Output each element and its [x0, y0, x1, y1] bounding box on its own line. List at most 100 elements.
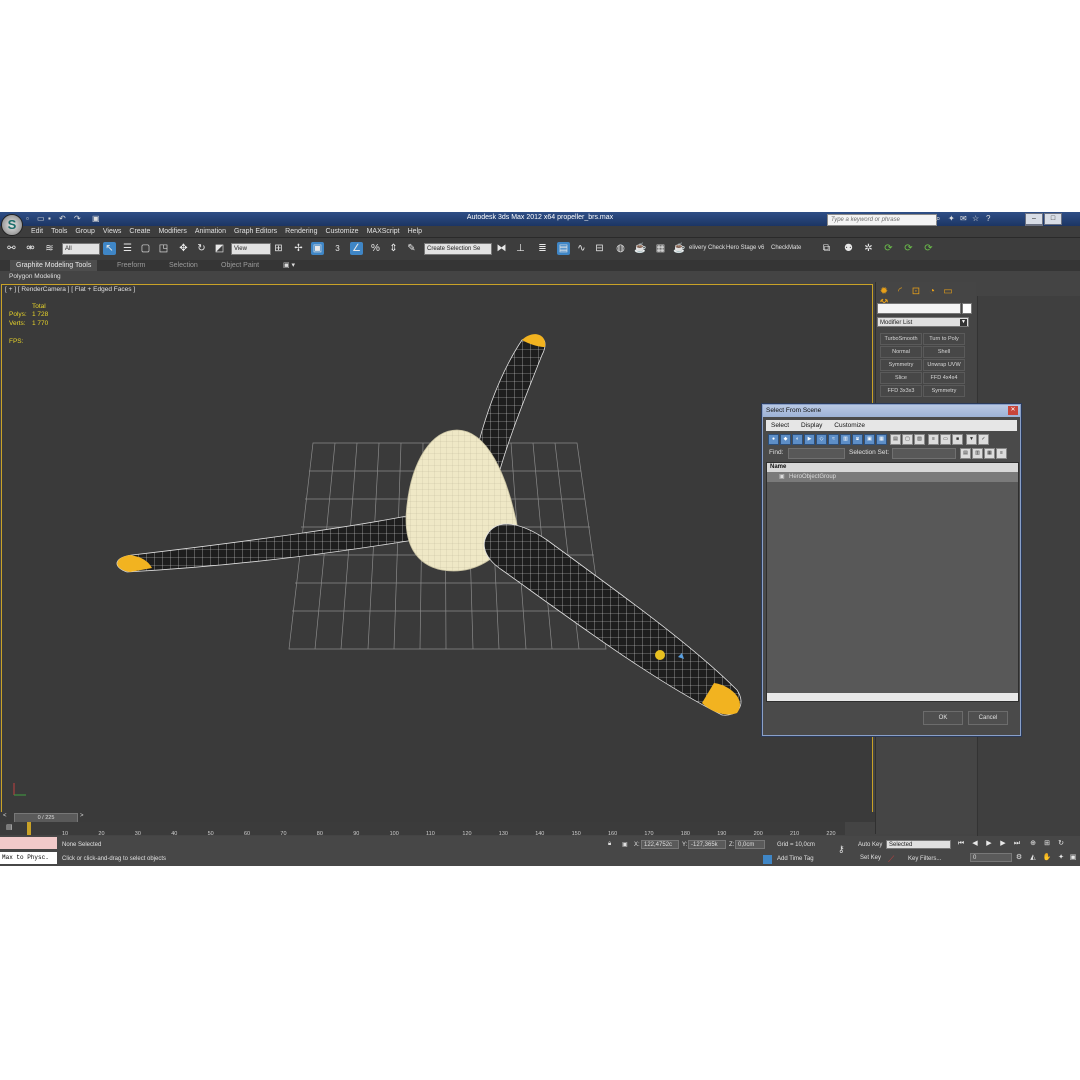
set-key-icon[interactable]: ⟋ [888, 854, 894, 865]
select-invert-icon[interactable]: ▧ [914, 434, 925, 445]
selection-set-remove-icon[interactable]: ▦ [984, 448, 995, 459]
scale-icon[interactable]: ◩ [213, 242, 226, 255]
time-slider-next-icon[interactable]: > [80, 813, 84, 819]
set-key-button[interactable]: Set Key [860, 855, 881, 861]
named-selection-sets-dropdown[interactable]: Create Selection Se [424, 243, 492, 255]
auto-key-button[interactable]: Auto Key [858, 842, 882, 848]
create-tab-icon[interactable]: ✹ [877, 286, 891, 298]
pivot-center-icon[interactable]: ⊞ [272, 242, 285, 255]
sort-list-icon[interactable]: ≡ [928, 434, 939, 445]
field-of-view-icon[interactable]: ◭ [1028, 853, 1038, 863]
display-lights-icon[interactable]: ◐ [792, 434, 803, 445]
viewport-rendercamera[interactable]: [ + ] [ RenderCamera ] [ Flat + Edged Fa… [1, 284, 873, 814]
zoom-all-icon[interactable]: ⊞ [1042, 839, 1052, 849]
dialog-title-bar[interactable]: Select From Scene ✕ [763, 405, 1020, 417]
reset-xform-icon[interactable]: ⟳ [882, 242, 895, 255]
render-setup-icon[interactable]: ☕ [634, 242, 647, 255]
modifier-button-ffd-3x3x3[interactable]: FFD 3x3x3 [880, 385, 922, 397]
render-production-icon[interactable]: ☕ [673, 242, 686, 255]
absolute-mode-icon[interactable]: ▣ [622, 841, 628, 848]
x-coordinate-field[interactable]: 122,4752c [641, 840, 679, 849]
lock-icon[interactable]: 🔒︎ [608, 841, 611, 848]
display-cameras-icon[interactable]: ▶ [804, 434, 815, 445]
selection-set-list-icon[interactable]: ≡ [996, 448, 1007, 459]
maxscript-listener[interactable]: Max to Physc. [0, 852, 57, 864]
reference-coordinate-dropdown[interactable]: View [231, 243, 271, 255]
select-all-icon[interactable]: ▤ [890, 434, 901, 445]
current-frame-field[interactable]: 0 [970, 853, 1012, 862]
rotate-icon[interactable]: ↻ [195, 242, 208, 255]
filter-icon[interactable]: ▼ [966, 434, 977, 445]
menu-item-create[interactable]: Create [125, 226, 154, 237]
spinner-snap-icon[interactable]: ⇕ [387, 242, 400, 255]
script-button-delivery-check[interactable]: elivery Check [689, 245, 725, 251]
dialog-close-icon[interactable]: ✕ [1008, 406, 1018, 415]
material-editor-icon[interactable]: ◍ [614, 242, 627, 255]
script-button-checkmate[interactable]: CheckMate [771, 245, 801, 251]
redo-icon[interactable]: ↷ [74, 214, 81, 224]
display-all-icon[interactable]: ▦ [876, 434, 887, 445]
object-color-swatch[interactable] [962, 303, 972, 314]
keyboard-shortcut-override-icon[interactable]: ▣ [311, 242, 324, 255]
selection-filter-dropdown[interactable]: All [62, 243, 100, 255]
ribbon-options-icon[interactable]: ▣ ▾ [283, 260, 295, 271]
cancel-button[interactable]: Cancel [968, 711, 1008, 725]
select-dependents-icon[interactable]: ■ [952, 434, 963, 445]
select-none-icon[interactable]: ▢ [902, 434, 913, 445]
menu-item-group[interactable]: Group [71, 226, 98, 237]
key-mode-dropdown[interactable]: Selected [886, 840, 951, 849]
time-tag-icon[interactable] [763, 855, 772, 864]
modifier-button-ffd-4x4x4[interactable]: FFD 4x4x4 [923, 372, 965, 384]
snaps-toggle-icon[interactable]: 3 [331, 242, 344, 255]
maxscript-listener-top[interactable] [0, 837, 57, 849]
project-folder-icon[interactable]: ▣ [92, 214, 100, 224]
object-name-field[interactable] [877, 303, 961, 314]
orbit-icon[interactable]: ↻ [1056, 839, 1066, 849]
dialog-menu-select[interactable]: Select [766, 420, 794, 431]
menu-item-customize[interactable]: Customize [321, 226, 362, 237]
search-input[interactable]: Type a keyword or phrase [827, 214, 937, 226]
goto-end-icon[interactable]: ⏭ [1012, 839, 1022, 849]
undo-icon[interactable]: ↶ [59, 214, 66, 224]
modifier-button-slice[interactable]: Slice [880, 372, 922, 384]
menu-item-tools[interactable]: Tools [47, 226, 71, 237]
link-icon[interactable]: ⚯ [5, 242, 18, 255]
move-icon[interactable]: ✥ [177, 242, 190, 255]
select-by-name-icon[interactable]: ☰ [121, 242, 134, 255]
percent-snap-icon[interactable]: % [369, 242, 382, 255]
menu-item-maxscript[interactable]: MAXScript [363, 226, 404, 237]
dialog-menu-display[interactable]: Display [796, 420, 827, 431]
curve-editor-icon[interactable]: ∿ [575, 242, 588, 255]
menu-item-graph-editors[interactable]: Graph Editors [230, 226, 281, 237]
collapse-stack-icon[interactable]: ⟳ [902, 242, 915, 255]
list-item[interactable]: ▣ HeroObjectGroup [767, 472, 1018, 482]
modifier-button-turbosmooth[interactable]: TurboSmooth [880, 333, 922, 345]
tab-freeform[interactable]: Freeform [117, 260, 145, 271]
script-button-hero-stage[interactable]: Hero Stage v6 [726, 245, 764, 251]
save-icon[interactable]: ▪ [48, 214, 51, 224]
ok-button[interactable]: OK [923, 711, 963, 725]
graphite-toggle-icon[interactable]: ▤ [557, 242, 570, 255]
goto-start-icon[interactable]: ⏮ [956, 839, 966, 849]
add-time-tag-button[interactable]: Add Time Tag [777, 856, 814, 862]
ribbon-polygon-modeling[interactable]: Polygon Modeling [9, 273, 61, 280]
convert-poly-icon[interactable]: ⟳ [922, 242, 935, 255]
mini-curve-editor-icon[interactable]: ▤ [6, 823, 13, 831]
open-file-icon[interactable]: ▭ [37, 214, 45, 224]
maximize-button[interactable]: □ [1044, 213, 1062, 225]
search-icon[interactable]: ⌕ [936, 214, 940, 224]
time-slider-prev-icon[interactable]: < [3, 813, 7, 819]
particle-view-icon[interactable]: ✲ [862, 242, 875, 255]
bind-space-warp-icon[interactable]: ≋ [43, 242, 56, 255]
modifier-button-turn-to-poly[interactable]: Turn to Poly [923, 333, 965, 345]
next-frame-icon[interactable]: ▶ [998, 839, 1008, 849]
zoom-icon[interactable]: ⊕ [1028, 839, 1038, 849]
rendered-frame-icon[interactable]: ▦ [654, 242, 667, 255]
window-crossing-icon[interactable]: ◳ [157, 242, 170, 255]
align-icon[interactable]: ⊥ [514, 242, 527, 255]
track-bar[interactable]: ▤ 10 20 30 40 50 60 70 80 90 100 110 120 130 140 150 16… [0, 822, 845, 837]
menu-item-animation[interactable]: Animation [191, 226, 230, 237]
play-icon[interactable]: ▶ [984, 839, 994, 849]
edit-named-selection-icon[interactable]: ✎ [405, 242, 418, 255]
selection-set-edit-icon[interactable]: ▤ [960, 448, 971, 459]
